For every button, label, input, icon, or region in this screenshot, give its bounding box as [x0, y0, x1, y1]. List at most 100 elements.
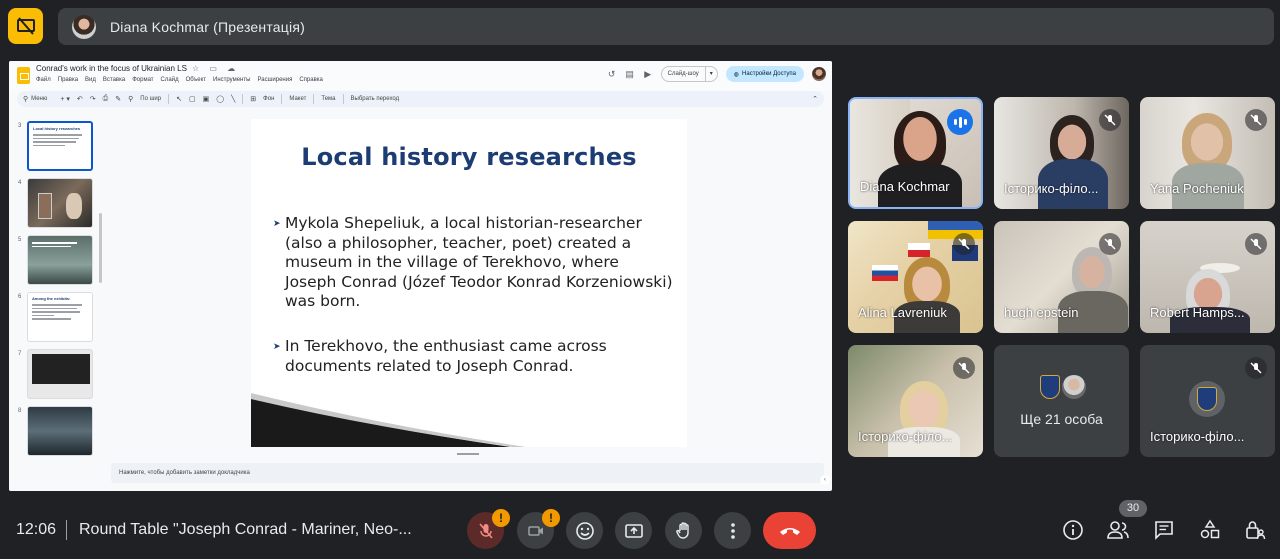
menu-item[interactable]: Объект — [186, 77, 206, 83]
stop-presenting-icon[interactable] — [8, 8, 43, 44]
thumb-text — [29, 134, 91, 146]
chevron-down-icon[interactable]: ▾ — [704, 67, 717, 81]
collapse-icon[interactable]: ⌃ — [812, 95, 818, 103]
print-icon[interactable]: ⎙ — [103, 95, 109, 103]
slide-thumbnail[interactable] — [27, 178, 93, 228]
filmstrip-scrollbar[interactable] — [99, 213, 102, 283]
menu-item[interactable]: Справка — [299, 77, 323, 83]
thumb-number: 3 — [18, 123, 22, 129]
mic-toggle-button[interactable]: ! — [467, 509, 510, 549]
globe-icon: ◍ — [733, 71, 740, 78]
meet-icon[interactable]: ▶ — [643, 69, 653, 79]
redo-icon[interactable]: ↷ — [90, 95, 96, 103]
meeting-title: Round Table "Joseph Conrad - Mariner, Ne… — [79, 521, 412, 538]
star-icon[interactable]: ☆ ▭ ☁ — [192, 64, 239, 73]
participant-tile[interactable]: Yana Pocheniuk — [1140, 97, 1275, 209]
account-avatar[interactable] — [812, 67, 826, 81]
theme-button[interactable]: Тема — [321, 96, 335, 102]
call-end-icon — [779, 527, 800, 535]
menu-item[interactable]: Правка — [58, 77, 78, 83]
thumb-text — [28, 236, 92, 247]
doc-title[interactable]: Conrad's work in the focus of Ukrainian … — [36, 64, 187, 73]
slideshow-button[interactable]: Слайд-шоу ▾ — [660, 66, 718, 82]
flag-decoration — [908, 243, 930, 257]
header-actions: ↺ ▤ ▶ Слайд-шоу ▾ ◍ Настройки Доступа — [607, 66, 826, 82]
menu-search[interactable]: ⚲ Меню — [23, 95, 53, 103]
slide-thumbnail[interactable]: Among the exhibits: — [27, 292, 93, 342]
slide-thumbnail[interactable] — [27, 406, 93, 456]
divider — [66, 520, 67, 540]
participant-tile[interactable]: Історико-філо... — [1140, 345, 1275, 457]
divider — [313, 94, 315, 104]
line-icon[interactable]: ╲ — [231, 95, 235, 103]
select-icon[interactable]: ↖ — [176, 95, 182, 103]
thumb-photo — [38, 193, 52, 219]
textbox-icon[interactable]: ▢ — [189, 95, 196, 103]
thumb-text — [28, 304, 92, 320]
paint-format-icon[interactable]: ✎ — [115, 95, 121, 103]
slides-logo-icon[interactable] — [17, 67, 30, 84]
slide-thumbnail[interactable] — [27, 349, 93, 399]
transition-button[interactable]: Выбрать переход — [351, 96, 400, 102]
participant-tile[interactable]: Історико-філо... — [994, 97, 1129, 209]
more-options-button[interactable] — [714, 512, 751, 549]
speaker-notes[interactable]: Нажмите, чтобы добавить заметки докладчи… — [111, 463, 824, 483]
host-controls-button[interactable] — [1243, 518, 1267, 542]
comment-add-icon[interactable]: ⊞ — [250, 95, 256, 103]
share-button[interactable]: ◍ Настройки Доступа — [725, 66, 804, 82]
people-count-badge: 30 — [1119, 500, 1147, 517]
menu-search-label: Меню — [31, 96, 48, 102]
thumb-photo — [32, 354, 90, 384]
history-icon[interactable]: ↺ — [607, 69, 617, 79]
thumb-number: 4 — [18, 180, 22, 186]
meeting-details-button[interactable] — [1061, 518, 1085, 542]
zoom-icon[interactable]: ⚲ — [128, 95, 133, 103]
presentation-banner[interactable]: Diana Kochmar (Презентація) — [58, 8, 1274, 45]
undo-icon[interactable]: ↶ — [77, 95, 83, 103]
participant-tile[interactable]: Diana Kochmar — [848, 97, 983, 209]
reactions-button[interactable] — [566, 512, 603, 549]
participant-tile[interactable]: Історико-філо... — [848, 345, 983, 457]
participant-tile[interactable]: Robert Hamps... — [1140, 221, 1275, 333]
menu-item[interactable]: Формат — [132, 77, 153, 83]
participant-name: Історико-філо... — [858, 429, 953, 444]
meet-window: Diana Kochmar (Презентація) Conrad's wor… — [0, 0, 1280, 559]
current-slide[interactable]: Local history researches ➤ Mykola Shepel… — [251, 119, 687, 447]
menu-item[interactable]: Вставка — [103, 77, 125, 83]
participant-name: Історико-філо... — [1004, 181, 1099, 196]
mic-off-icon — [1099, 233, 1121, 255]
thumb-number: 8 — [18, 408, 22, 414]
participant-tile[interactable]: Alina Lavreniuk — [848, 221, 983, 333]
image-icon[interactable]: ▣ — [203, 95, 210, 103]
menu-item[interactable]: Слайд — [161, 77, 179, 83]
leave-call-button[interactable] — [763, 512, 816, 549]
menu-item[interactable]: Файл — [36, 77, 51, 83]
participant-tile[interactable]: hugh epstein — [994, 221, 1129, 333]
mic-warning-badge: ! — [492, 509, 510, 527]
thumb-photo — [66, 193, 82, 219]
background-button[interactable]: Фон — [263, 96, 274, 102]
comment-icon[interactable]: ▤ — [625, 69, 635, 79]
notes-resize-handle[interactable] — [457, 453, 479, 455]
participant-name: hugh epstein — [1004, 305, 1079, 320]
slideshow-label: Слайд-шоу — [667, 71, 699, 77]
chevron-left-icon[interactable]: ‹ — [820, 475, 830, 485]
slide-thumbnail[interactable]: Local history researches — [27, 121, 93, 171]
mic-off-icon — [1099, 109, 1121, 131]
menu-item[interactable]: Инструменты — [213, 77, 250, 83]
present-button[interactable] — [615, 512, 652, 549]
thumb-number: 7 — [18, 351, 22, 357]
chat-button[interactable] — [1152, 518, 1176, 542]
activities-button[interactable] — [1198, 518, 1222, 542]
layout-button[interactable]: Макет — [289, 96, 306, 102]
add-icon[interactable]: + ▾ — [60, 95, 70, 103]
menu-item[interactable]: Расширения — [257, 77, 292, 83]
zoom-select[interactable]: По шир — [140, 96, 161, 102]
slide-thumbnail[interactable] — [27, 235, 93, 285]
raise-hand-button[interactable] — [665, 512, 702, 549]
people-button[interactable] — [1106, 518, 1130, 542]
shape-icon[interactable]: ◯ — [216, 95, 224, 103]
menu-item[interactable]: Вид — [85, 77, 96, 83]
more-participants-tile[interactable]: Ще 21 особа — [994, 345, 1129, 457]
camera-toggle-button[interactable]: ! — [517, 509, 560, 549]
